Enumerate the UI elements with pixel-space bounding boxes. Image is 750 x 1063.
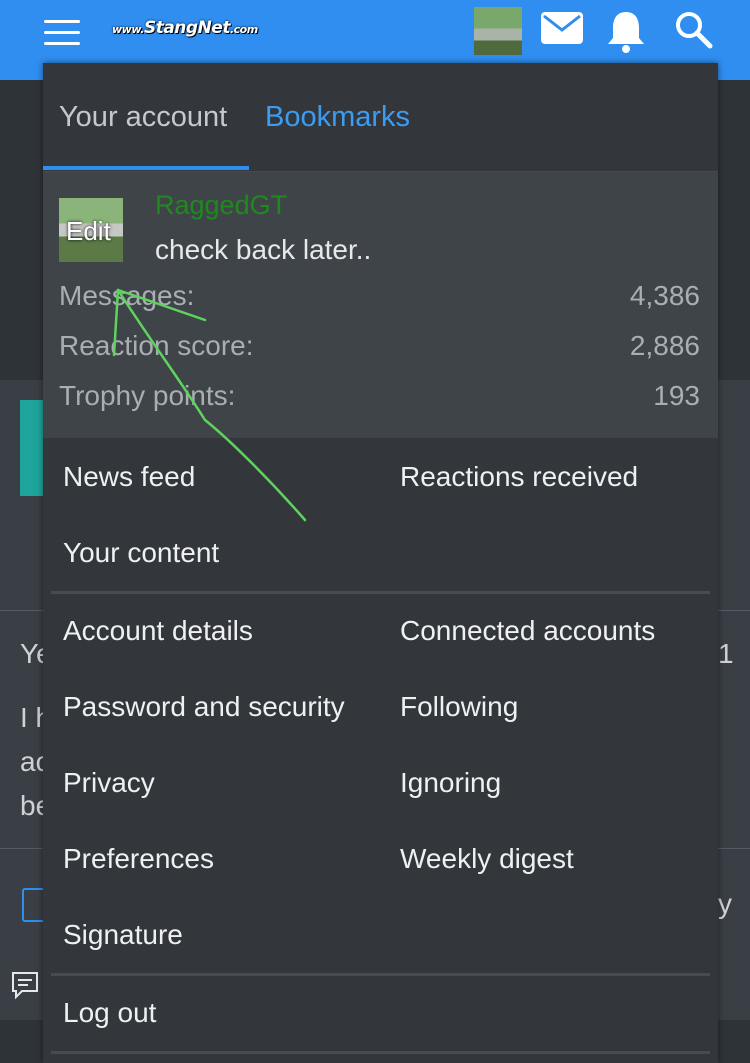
menu-connected-accounts[interactable]: Connected accounts: [400, 615, 655, 647]
stat-value: 4,386: [629, 280, 700, 311]
menu-divider: [51, 973, 710, 976]
tab-your-account[interactable]: Your account: [59, 101, 227, 134]
menu-divider: [51, 591, 710, 594]
menu-news-feed[interactable]: News feed: [63, 461, 195, 493]
account-menu: Your account Bookmarks Edit RaggedGT che…: [43, 63, 718, 1063]
logo-text: StangNet: [143, 18, 231, 38]
menu-signature[interactable]: Signature: [63, 919, 183, 951]
mail-icon[interactable]: [541, 12, 583, 44]
background-text: 1: [718, 638, 734, 669]
username[interactable]: RaggedGT: [155, 190, 287, 221]
stat-label: Reaction score:: [59, 330, 254, 361]
logo-suffix: .com: [229, 23, 258, 36]
menu-password-security[interactable]: Password and security: [63, 691, 345, 723]
user-avatar[interactable]: [474, 7, 522, 55]
menu-log-out[interactable]: Log out: [63, 997, 156, 1029]
stat-value: 193: [653, 380, 700, 411]
background-text: y: [718, 888, 732, 919]
menu-reactions-received[interactable]: Reactions received: [400, 461, 638, 493]
menu-icon[interactable]: [44, 20, 80, 46]
menu-your-content[interactable]: Your content: [63, 537, 219, 569]
stat-reaction-score: Reaction score: 2,886: [59, 330, 700, 362]
site-logo[interactable]: www.StangNet.com: [112, 18, 258, 48]
menu-account-details[interactable]: Account details: [63, 615, 253, 647]
avatar-edit-label[interactable]: Edit: [66, 216, 111, 247]
menu-divider: [51, 1051, 710, 1054]
profile-avatar[interactable]: Edit: [59, 198, 123, 262]
tab-bookmarks[interactable]: Bookmarks: [265, 101, 410, 134]
stat-value: 2,886: [629, 330, 700, 361]
stat-messages: Messages: 4,386: [59, 280, 700, 312]
stat-trophy-points: Trophy points: 193: [59, 380, 700, 412]
search-icon[interactable]: [674, 10, 714, 50]
stat-label: Messages:: [59, 280, 195, 311]
menu-preferences[interactable]: Preferences: [63, 843, 214, 875]
chat-icon[interactable]: [10, 970, 40, 1000]
menu-following[interactable]: Following: [400, 691, 518, 723]
status-message[interactable]: check back later..: [155, 234, 371, 266]
bell-icon[interactable]: [604, 8, 648, 54]
active-tab-indicator: [43, 166, 249, 170]
menu-privacy[interactable]: Privacy: [63, 767, 155, 799]
profile-summary: Edit RaggedGT check back later.. Message…: [43, 172, 718, 438]
background-teal-bar: [20, 400, 44, 496]
menu-tabs: Your account Bookmarks: [43, 63, 718, 172]
stat-label: Trophy points:: [59, 380, 236, 411]
menu-weekly-digest[interactable]: Weekly digest: [400, 843, 574, 875]
logo-prefix: www.: [112, 23, 144, 36]
menu-ignoring[interactable]: Ignoring: [400, 767, 501, 799]
